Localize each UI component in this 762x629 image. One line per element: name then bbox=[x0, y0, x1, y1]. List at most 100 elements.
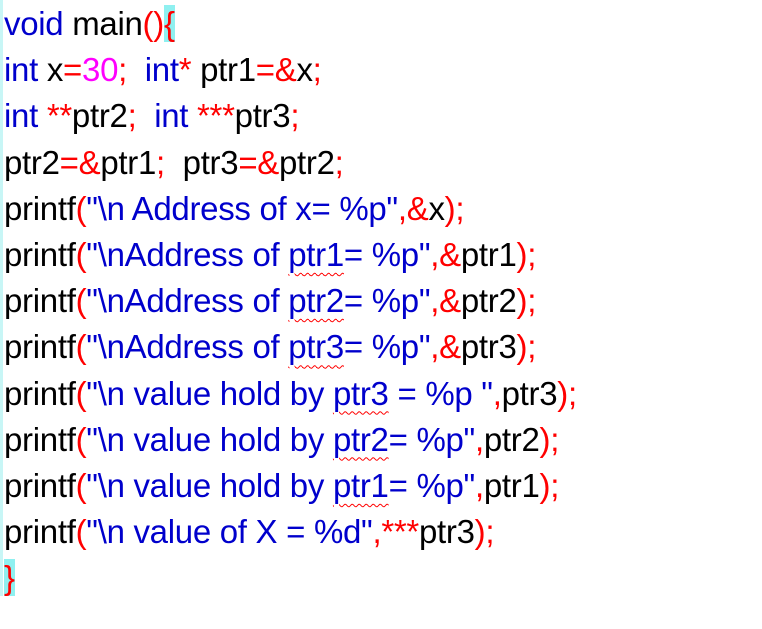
code-identifier: printf bbox=[4, 282, 76, 320]
code-identifier: ptr2 bbox=[71, 97, 128, 135]
code-operator: , bbox=[474, 466, 484, 504]
code-misspelled-word: ptr3 bbox=[288, 328, 344, 366]
code-line[interactable]: printf("\nAddress of ptr3= %p",&ptr3); bbox=[4, 324, 577, 370]
code-operator: ( bbox=[75, 466, 87, 504]
code-operator: =& bbox=[255, 51, 297, 89]
code-misspelled-word: ptr1 bbox=[288, 235, 344, 273]
code-operator: ** bbox=[37, 97, 72, 135]
code-identifier: ptr1 bbox=[483, 466, 540, 504]
code-operator: ; bbox=[312, 51, 322, 89]
code-line[interactable]: printf("\n value hold by ptr3 = %p ",ptr… bbox=[4, 371, 577, 417]
code-editor[interactable]: void main(){int x=30; int* ptr1=&x; int *… bbox=[0, 0, 762, 629]
code-line[interactable]: printf("\n value of X = %d",***ptr3); bbox=[4, 509, 577, 555]
code-operator: *** bbox=[188, 97, 235, 135]
code-string: = %p" bbox=[343, 282, 431, 320]
code-operator: ; bbox=[290, 97, 300, 135]
code-operator: = bbox=[63, 51, 83, 89]
code-operator: ); bbox=[444, 189, 465, 227]
code-operator: ( bbox=[75, 189, 87, 227]
code-string: = %p" bbox=[343, 235, 431, 273]
code-string: "\n value hold by bbox=[86, 374, 333, 412]
code-operator: ( bbox=[75, 513, 87, 551]
code-operator: ; bbox=[334, 143, 344, 181]
code-keyword: int bbox=[154, 97, 189, 135]
code-string: "\n Address of x= %p" bbox=[86, 189, 398, 227]
code-string: = %p" bbox=[388, 466, 476, 504]
code-operator: ; bbox=[156, 143, 183, 181]
code-identifier: ptr2 bbox=[4, 143, 60, 181]
code-operator: ); bbox=[557, 374, 577, 412]
code-keyword: int bbox=[4, 97, 38, 135]
code-operator: =& bbox=[59, 143, 101, 181]
code-string: = %p " bbox=[388, 374, 493, 412]
code-string: "\nAddress of bbox=[86, 282, 289, 320]
code-operator: ); bbox=[516, 328, 537, 366]
code-misspelled-word: ptr1 bbox=[332, 466, 389, 504]
code-operator: ( bbox=[75, 235, 87, 273]
code-operator: , bbox=[474, 420, 484, 458]
code-operator: ( bbox=[75, 374, 87, 412]
editor-gutter bbox=[0, 0, 3, 596]
code-keyword: void bbox=[4, 5, 64, 42]
code-line[interactable]: printf("\n value hold by ptr1= %p",ptr1)… bbox=[4, 463, 577, 509]
code-line[interactable]: ptr2=&ptr1; ptr3=&ptr2; bbox=[4, 140, 577, 186]
code-identifier: printf bbox=[4, 328, 76, 366]
code-identifier: x bbox=[296, 51, 313, 89]
code-operator: ,& bbox=[397, 189, 429, 227]
code-identifier: printf bbox=[4, 374, 76, 412]
code-identifier: ptr1 bbox=[460, 235, 517, 273]
code-area[interactable]: void main(){int x=30; int* ptr1=&x; int *… bbox=[4, 1, 577, 601]
code-number: 30 bbox=[82, 51, 119, 89]
code-operator: ); bbox=[539, 420, 560, 458]
code-operator: =& bbox=[238, 143, 279, 181]
code-string: "\nAddress of bbox=[86, 328, 289, 366]
code-operator: ( bbox=[75, 420, 87, 458]
code-keyword: int bbox=[4, 51, 38, 89]
code-identifier: x bbox=[37, 51, 64, 89]
code-string: "\n value hold by bbox=[86, 420, 333, 458]
code-identifier: ptr2 bbox=[279, 143, 335, 181]
code-line[interactable]: printf("\nAddress of ptr2= %p",&ptr2); bbox=[4, 278, 577, 324]
code-keyword: int bbox=[144, 51, 179, 89]
code-misspelled-word: ptr3 bbox=[332, 374, 389, 412]
code-identifier: ptr2 bbox=[483, 420, 540, 458]
code-identifier: ptr3 bbox=[501, 374, 558, 412]
code-line[interactable]: printf("\n value hold by ptr2= %p",ptr2)… bbox=[4, 417, 577, 463]
code-identifier: ptr1 bbox=[200, 51, 256, 89]
code-identifier: ptr3 bbox=[418, 513, 475, 551]
code-line[interactable]: printf("\nAddress of ptr1= %p",&ptr1); bbox=[4, 232, 577, 278]
code-identifier: ptr3 bbox=[234, 97, 291, 135]
code-identifier: printf bbox=[4, 420, 76, 458]
code-identifier: printf bbox=[4, 189, 76, 227]
code-line[interactable]: int **ptr2; int ***ptr3; bbox=[4, 93, 577, 139]
code-operator: ( bbox=[75, 282, 87, 320]
code-operator: ); bbox=[516, 235, 537, 273]
code-operator: () bbox=[142, 5, 165, 42]
code-string: = %p" bbox=[343, 328, 431, 366]
code-string: = %p" bbox=[388, 420, 476, 458]
code-identifier: printf bbox=[4, 235, 76, 273]
code-operator: ,& bbox=[430, 328, 461, 366]
code-misspelled-word: ptr2 bbox=[288, 282, 344, 320]
code-string: "\nAddress of bbox=[86, 235, 289, 273]
code-line[interactable]: int x=30; int* ptr1=&x; bbox=[4, 47, 577, 93]
code-line[interactable]: printf("\n Address of x= %p",&x); bbox=[4, 186, 577, 232]
code-identifier: ptr2 bbox=[460, 282, 517, 320]
code-operator: ); bbox=[474, 513, 495, 551]
code-identifier: ptr3 bbox=[182, 143, 239, 181]
code-operator: ; bbox=[118, 51, 145, 89]
code-identifier: main bbox=[63, 5, 143, 42]
code-line[interactable]: void main(){ bbox=[4, 1, 577, 47]
code-operator: ( bbox=[75, 328, 87, 366]
code-string: "\n value hold by bbox=[86, 466, 333, 504]
code-identifier: x bbox=[428, 189, 445, 227]
code-identifier: ptr3 bbox=[460, 328, 517, 366]
code-operator: ,& bbox=[430, 235, 461, 273]
code-identifier: printf bbox=[4, 466, 76, 504]
code-identifier: ptr1 bbox=[100, 143, 157, 181]
code-line[interactable]: } bbox=[4, 555, 577, 601]
code-brace-highlight: { bbox=[163, 5, 175, 42]
code-misspelled-word: ptr2 bbox=[332, 420, 389, 458]
code-operator: ,*** bbox=[372, 513, 419, 551]
code-operator: ,& bbox=[430, 282, 461, 320]
